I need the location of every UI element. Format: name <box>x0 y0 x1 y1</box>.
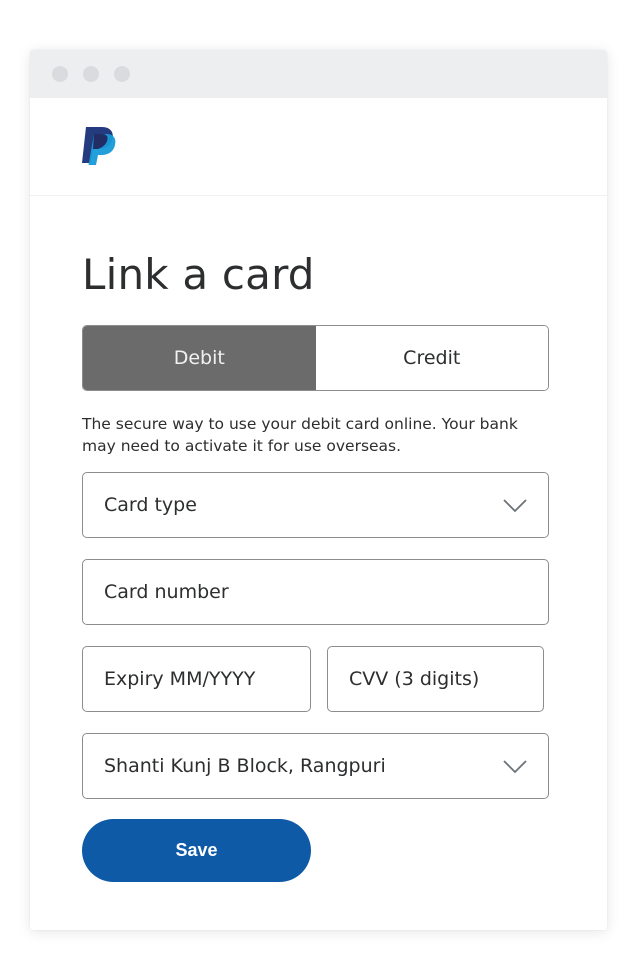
billing-address-value: Shanti Kunj B Block, Rangpuri <box>104 755 386 777</box>
window-dot-close <box>52 66 68 82</box>
page-title: Link a card <box>82 250 315 299</box>
expiry-input[interactable]: Expiry MM/YYYY <box>82 646 311 712</box>
window-dot-maximize <box>114 66 130 82</box>
billing-address-select[interactable]: Shanti Kunj B Block, Rangpuri <box>82 733 549 799</box>
chevron-down-icon <box>503 760 527 774</box>
tab-debit[interactable]: Debit <box>83 326 316 390</box>
chevron-down-icon <box>503 499 527 513</box>
expiry-placeholder: Expiry MM/YYYY <box>104 668 256 690</box>
page-header <box>30 98 607 196</box>
card-description: The secure way to use your debit card on… <box>82 415 518 455</box>
window-titlebar <box>30 50 607 98</box>
paypal-logo-icon <box>82 127 116 165</box>
card-number-input[interactable]: Card number <box>82 559 549 625</box>
card-kind-toggle: Debit Credit <box>82 325 549 391</box>
browser-window: Link a card Debit Credit The secure way … <box>30 50 607 930</box>
save-button[interactable]: Save <box>82 819 311 882</box>
cvv-placeholder: CVV (3 digits) <box>349 668 480 690</box>
tab-credit[interactable]: Credit <box>315 326 548 390</box>
card-number-placeholder: Card number <box>104 581 229 603</box>
window-dot-minimize <box>83 66 99 82</box>
card-type-placeholder: Card type <box>104 494 197 516</box>
cvv-input[interactable]: CVV (3 digits) <box>327 646 544 712</box>
card-type-select[interactable]: Card type <box>82 472 549 538</box>
